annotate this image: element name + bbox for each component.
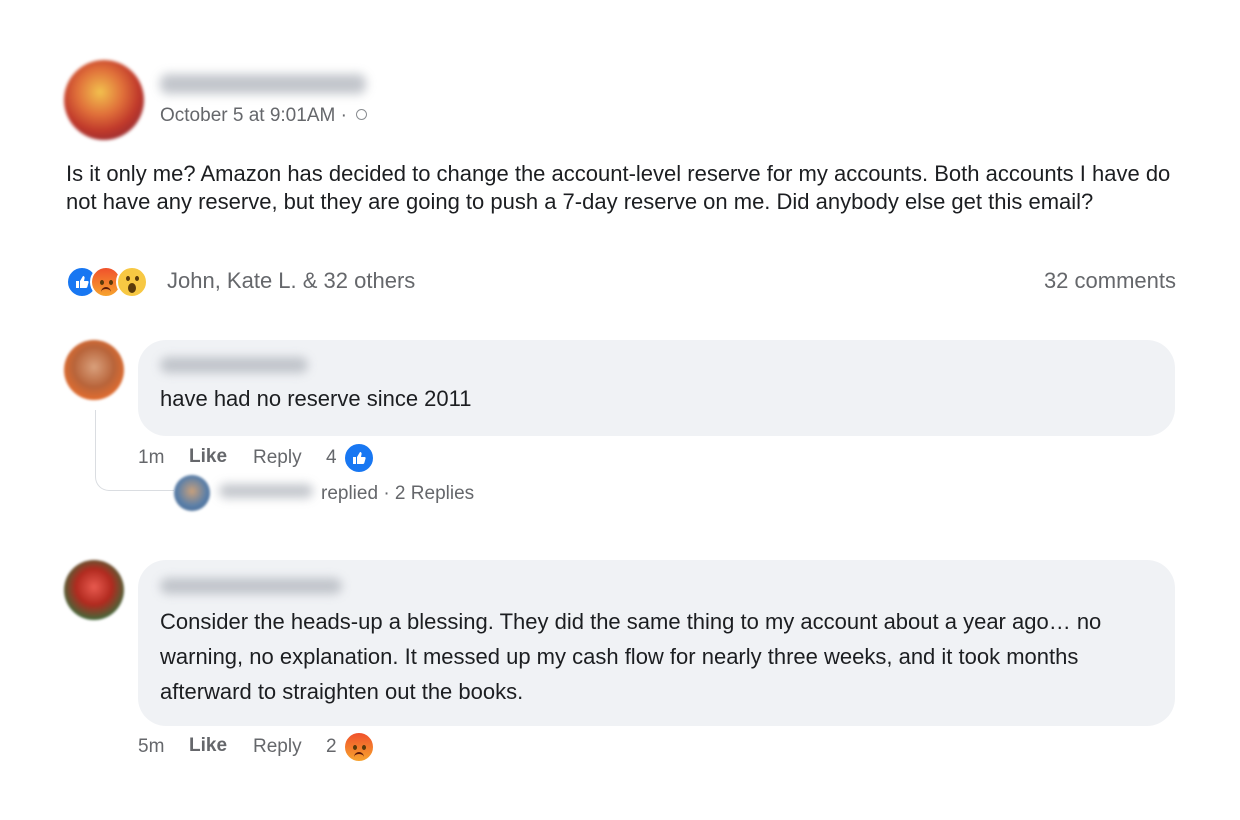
comment-count[interactable]: 32 comments [1044,268,1176,294]
replied-label: replied [321,483,379,504]
reaction-summary[interactable]: John, Kate L. & 32 others [167,268,415,294]
comment-text: Consider the heads-up a blessing. They d… [160,609,1102,704]
commenter-avatar[interactable] [64,560,124,620]
reaction-count[interactable]: 2 [326,736,337,758]
comment-time[interactable]: 5m [138,736,164,758]
replier-avatar[interactable] [174,475,210,511]
separator: · [340,105,347,126]
post-timestamp[interactable]: October 5 at 9:01AM · [160,105,368,127]
reaction-count[interactable]: 4 [326,447,337,469]
comment-text: have had no reserve since 2011 [160,386,472,411]
reply-button[interactable]: Reply [253,736,302,758]
wow-icon [116,266,148,298]
commenter-avatar[interactable] [64,340,124,400]
globe-icon [356,109,368,120]
reply-button[interactable]: Reply [253,447,302,469]
comment-time[interactable]: 1m [138,447,164,469]
post-author-avatar[interactable] [64,60,144,140]
angry-icon[interactable] [343,731,375,763]
replies-count[interactable]: · 2 Replies [383,483,474,504]
commenter-name-redacted[interactable] [160,357,308,373]
replier-name-redacted[interactable] [219,484,313,498]
view-replies-link[interactable]: replied · 2 Replies [321,483,474,505]
commenter-name-redacted[interactable] [160,578,342,594]
like-button[interactable]: Like [189,446,227,468]
like-button[interactable]: Like [189,735,227,757]
like-icon[interactable] [343,442,375,474]
post-author-name-redacted[interactable] [160,74,366,94]
post-timestamp-text[interactable]: October 5 at 9:01AM [160,105,335,126]
post-body: Is it only me? Amazon has decided to cha… [66,161,1171,214]
